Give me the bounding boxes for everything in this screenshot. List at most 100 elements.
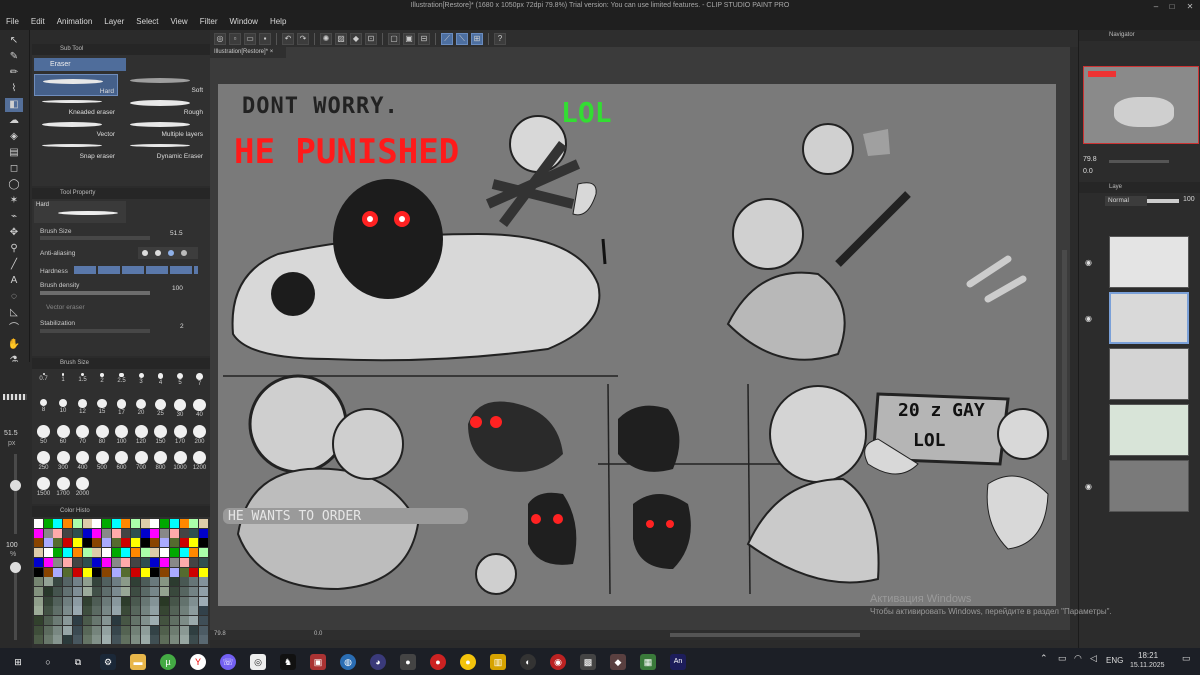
- color-swatch[interactable]: [140, 596, 150, 606]
- color-swatch[interactable]: [169, 557, 179, 567]
- brush-size-option[interactable]: 170: [171, 424, 190, 445]
- color-swatch[interactable]: [111, 567, 121, 577]
- color-swatch[interactable]: [72, 586, 82, 596]
- color-swatch[interactable]: [92, 586, 102, 596]
- color-swatch[interactable]: [198, 577, 208, 587]
- animate-icon[interactable]: An: [670, 653, 686, 670]
- brush-multiple-layers[interactable]: Multiple layers: [122, 118, 206, 140]
- menu-file[interactable]: File: [0, 17, 25, 26]
- size-slider[interactable]: [14, 454, 17, 534]
- layer-opacity-value[interactable]: 100: [1183, 196, 1195, 203]
- stabilization-value[interactable]: 2: [180, 323, 184, 330]
- color-swatch[interactable]: [150, 606, 160, 616]
- ruler-icon[interactable]: ◺: [5, 306, 23, 320]
- brush-size-option[interactable]: 15: [93, 398, 112, 416]
- arrow-icon[interactable]: ↖: [5, 34, 23, 48]
- color-swatch[interactable]: [150, 577, 160, 587]
- task-view-icon[interactable]: ⧉: [70, 654, 86, 670]
- color-swatch[interactable]: [131, 616, 140, 625]
- color-swatch[interactable]: [131, 586, 140, 596]
- color-swatch[interactable]: [160, 519, 170, 528]
- brush-icon[interactable]: ⌇: [5, 82, 23, 96]
- brush-size-slider[interactable]: [40, 236, 150, 240]
- color-swatch[interactable]: [34, 586, 43, 596]
- brush-size-option[interactable]: 70: [73, 424, 92, 445]
- navigator-preview[interactable]: [1083, 66, 1199, 144]
- color-swatch[interactable]: [169, 538, 179, 548]
- balloon-icon[interactable]: ◌: [5, 290, 23, 304]
- color-swatch[interactable]: [63, 596, 73, 606]
- canvas[interactable]: DONT WORRY. HE PUNISHED LOL 20 z GAY LOL…: [218, 84, 1056, 606]
- blend-mode-select[interactable]: Normal: [1105, 196, 1147, 206]
- color-swatch[interactable]: [160, 596, 170, 606]
- layer-thumb-1[interactable]: [1109, 236, 1189, 288]
- color-swatch[interactable]: [101, 548, 111, 558]
- color-swatch[interactable]: [34, 548, 43, 558]
- brush-size-option[interactable]: 10: [54, 398, 73, 416]
- color-swatch[interactable]: [121, 606, 131, 616]
- color-swatch[interactable]: [121, 586, 131, 596]
- navigator-angle[interactable]: 0.0: [1083, 168, 1093, 175]
- network-icon[interactable]: ▭: [1058, 653, 1067, 664]
- color-swatch[interactable]: [150, 519, 160, 528]
- open-folder-icon[interactable]: ▭: [244, 32, 256, 45]
- color-swatch[interactable]: [63, 567, 73, 577]
- save-icon[interactable]: ▪: [259, 32, 271, 45]
- close-icon[interactable]: ✕: [1184, 3, 1196, 11]
- brush-rough[interactable]: Rough: [122, 96, 206, 118]
- color-swatch[interactable]: [179, 635, 189, 645]
- color-swatch[interactable]: [92, 548, 102, 558]
- brush-size-option[interactable]: 500: [93, 450, 112, 471]
- color-swatch[interactable]: [189, 548, 199, 558]
- color-swatch[interactable]: [160, 538, 170, 548]
- color-swatch[interactable]: [82, 557, 92, 567]
- color-swatch[interactable]: [101, 519, 111, 528]
- color-swatch[interactable]: [179, 548, 189, 558]
- color-swatch[interactable]: [72, 606, 82, 616]
- fill-bucket-icon[interactable]: ◈: [5, 130, 23, 144]
- menu-window[interactable]: Window: [224, 17, 264, 26]
- color-swatch[interactable]: [189, 528, 199, 538]
- color-swatch[interactable]: [189, 538, 199, 548]
- eyedropper-icon[interactable]: ⌁: [5, 210, 23, 224]
- color-swatch[interactable]: [63, 538, 73, 548]
- color-swatch[interactable]: [72, 567, 82, 577]
- color-swatch[interactable]: [160, 586, 170, 596]
- color-swatch[interactable]: [131, 519, 140, 528]
- layer-thumb-3[interactable]: [1109, 348, 1189, 400]
- color-swatch[interactable]: [121, 625, 131, 635]
- color-swatch[interactable]: [101, 528, 111, 538]
- color-swatch[interactable]: [169, 616, 179, 625]
- color-swatch[interactable]: [63, 557, 73, 567]
- color-swatch[interactable]: [43, 557, 53, 567]
- color-swatch[interactable]: [131, 567, 140, 577]
- color-swatch[interactable]: [34, 577, 43, 587]
- color-swatch[interactable]: [160, 616, 170, 625]
- color-swatch[interactable]: [198, 635, 208, 645]
- color-swatch[interactable]: [198, 528, 208, 538]
- color-swatch[interactable]: [92, 625, 102, 635]
- color-swatch[interactable]: [169, 606, 179, 616]
- color-swatch[interactable]: [82, 616, 92, 625]
- brush-size-option[interactable]: 300: [54, 450, 73, 471]
- help-icon[interactable]: ?: [494, 32, 506, 45]
- color-swatch[interactable]: [34, 528, 43, 538]
- color-swatch[interactable]: [111, 548, 121, 558]
- color-swatch[interactable]: [82, 567, 92, 577]
- brush-size-option[interactable]: 150: [151, 424, 170, 445]
- color-swatch[interactable]: [160, 548, 170, 558]
- color-swatch[interactable]: [150, 528, 160, 538]
- brush-size-option[interactable]: 400: [73, 450, 92, 471]
- utorrent-icon[interactable]: µ: [160, 653, 176, 670]
- stabilization-slider[interactable]: [40, 329, 150, 333]
- color-swatch[interactable]: [198, 538, 208, 548]
- maximize-icon[interactable]: □: [1166, 3, 1178, 11]
- color-swatch[interactable]: [72, 519, 82, 528]
- brush-size-option[interactable]: 25: [151, 398, 170, 417]
- color-swatch[interactable]: [189, 616, 199, 625]
- color-swatch[interactable]: [101, 586, 111, 596]
- gradient-icon[interactable]: ▤: [5, 146, 23, 160]
- color-swatch[interactable]: [179, 528, 189, 538]
- new-file-icon[interactable]: ▫: [229, 32, 241, 45]
- color-swatch[interactable]: [189, 625, 199, 635]
